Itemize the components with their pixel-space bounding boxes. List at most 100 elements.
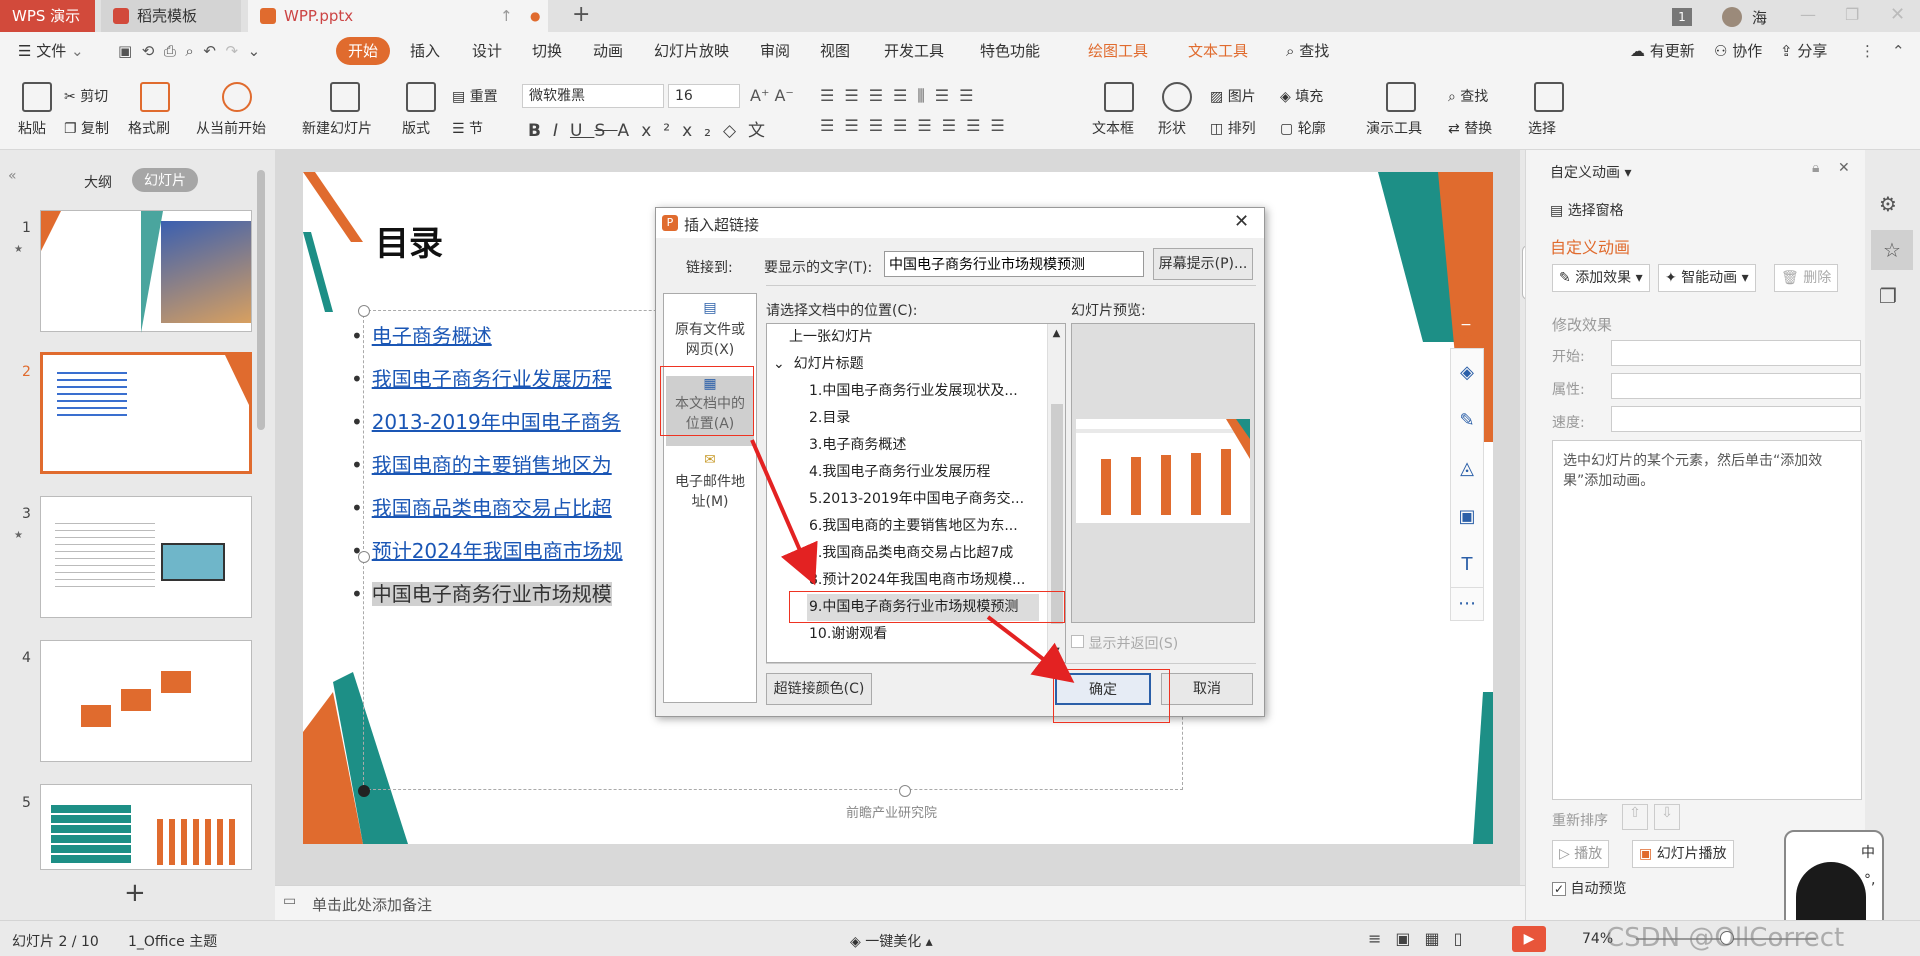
tree-item-slide[interactable]: 1.中国电子商务行业发展现状及... [809,378,1039,405]
resize-handle[interactable] [358,305,370,317]
notes-view-icon[interactable]: ≡ [1368,929,1395,948]
slide-thumbnail-5[interactable] [40,784,252,870]
tree-item-slide[interactable]: 7.我国商品类电商交易占比超7成 [809,540,1039,567]
menu-view[interactable]: 视图 [820,32,850,70]
paragraph-group-top[interactable]: ☰☰☰☰⫼☰☰ [820,86,983,106]
shape-button[interactable]: 形状 [1158,82,1192,138]
animation-list-box[interactable]: 选中幻灯片的某个元素，然后单击“添加效果”添加动画。 [1552,440,1862,800]
tree-item-slide[interactable]: 6.我国电商的主要销售地区为东... [809,513,1039,540]
font-size-select[interactable]: 16 [668,84,740,108]
menu-design[interactable]: 设计 [472,32,502,70]
selection-pane-link[interactable]: ▤ 选择窗格 [1550,200,1624,220]
tree-item-slide[interactable]: 8.预计2024年我国电商市场规模... [809,567,1039,594]
autopreview-checkbox[interactable]: ✓ 自动预览 [1552,878,1626,898]
share-button[interactable]: ⇪ 分享 [1780,32,1827,70]
tree-item-slide[interactable]: 3.电子商务概述 [809,432,1039,459]
pane-title[interactable]: 自定义动画 ▾ [1550,162,1631,182]
brush-icon[interactable]: ✎ [1451,397,1483,445]
tab-wpp-document[interactable]: WPP.pptx ↑ ● [248,0,548,32]
slide-thumbnail-4[interactable] [40,640,252,762]
beautify-button[interactable]: ◈ 一键美化 ▴ [850,931,933,951]
notes-area[interactable]: ▭ 单击此处添加备注 [275,885,1525,920]
frame-icon[interactable]: ▣ [1451,493,1483,541]
normal-view-icon[interactable]: ▣ [1395,929,1424,948]
slide-thumbnail-3[interactable] [40,496,252,618]
property-select[interactable] [1611,373,1861,399]
outline-button[interactable]: ▢ 轮廓 [1280,118,1326,138]
presenter-tools-button[interactable]: 演示工具 [1366,82,1422,138]
cancel-button[interactable]: 取消 [1161,673,1253,705]
slides-switch-icon[interactable]: ❐ [1879,284,1897,308]
nav-existing-file[interactable]: ▤ 原有文件或网页(X) [664,300,756,364]
slideshow-button[interactable]: ▣ 幻灯片播放 [1632,840,1734,868]
sorter-view-icon[interactable]: ▦ [1425,929,1454,948]
add-slide-button[interactable]: + [124,878,146,908]
delete-effect-button[interactable]: 🗑︎ 删除 [1774,264,1839,292]
close-pane-icon[interactable]: ✕ [1838,160,1850,176]
update-button[interactable]: ☁ 有更新 [1630,32,1695,70]
font-color-icon[interactable]: A [618,121,642,141]
slide-title[interactable]: 目录 [375,216,443,265]
menu-features[interactable]: 特色功能 [980,32,1040,70]
upload-icon[interactable]: ↑ [500,0,513,32]
toc-item[interactable]: • 2013-2019年中国电子商务 [351,406,623,449]
arrange-button[interactable]: ◫ 排列 [1210,118,1256,138]
scroll-up-icon[interactable]: ▲ [1048,328,1065,339]
cloud-sync-icon[interactable]: ⟲ [142,42,155,60]
collapse-float-icon[interactable]: − [1455,315,1477,337]
tab-slides[interactable]: 幻灯片 [132,168,198,192]
new-slide-button[interactable]: 新建幻灯片 [302,82,372,138]
close-window-icon[interactable]: ✕ [1890,4,1905,25]
slide-thumbnail-1[interactable] [40,210,252,333]
close-dialog-icon[interactable]: ✕ [1234,211,1249,232]
tree-item-slide[interactable]: 2.目录 [809,405,1039,432]
theme-name[interactable]: 1_Office 主题 [128,931,217,951]
paste-button[interactable]: 粘贴 [18,82,52,138]
picture-button[interactable]: ▨ 图片 [1210,86,1256,106]
font-name-select[interactable]: 微软雅黑 [522,84,664,108]
superscript-icon[interactable]: x² [641,121,682,141]
bold-icon[interactable]: B [528,121,553,141]
play-slideshow-button[interactable]: ▶ [1512,926,1546,952]
textbox-button[interactable]: 文本框 [1092,82,1134,138]
ime-chinese-icon[interactable]: 中 [1861,842,1875,862]
fill-bucket-icon[interactable]: ◬ [1451,445,1483,493]
toc-item[interactable]: • 我国电商的主要销售地区为 [351,449,623,492]
toc-item[interactable]: • 我国电子商务行业发展历程 [351,363,623,406]
menu-slideshow[interactable]: 幻灯片放映 [654,32,729,70]
menu-animation[interactable]: 动画 [593,32,623,70]
avatar[interactable] [1722,7,1742,27]
text-direction-icon[interactable]: T [1451,541,1483,589]
new-tab-button[interactable]: + [572,2,590,27]
menu-home[interactable]: 开始 [336,37,391,65]
section-button[interactable]: ☰ 节 [452,118,483,138]
italic-icon[interactable]: I [553,121,570,141]
tree-item-slide[interactable]: 10.谢谢观看 [809,621,1039,648]
more-icon[interactable]: ⋮ [1860,32,1875,70]
start-select[interactable] [1611,340,1861,366]
menu-insert[interactable]: 插入 [410,32,440,70]
hyperlink-color-button[interactable]: 超链接颜色(C) [766,673,872,705]
settings-sliders-icon[interactable]: ⚙ [1879,192,1897,216]
menu-text-tools[interactable]: 文本工具 [1188,32,1248,70]
menu-drawing-tools[interactable]: 绘图工具 [1088,32,1148,70]
resize-handle[interactable] [358,785,370,797]
layers-icon[interactable]: ◈ [1451,349,1483,397]
save-icon[interactable]: ▣ [118,42,132,60]
move-up-icon[interactable]: ⇧ [1622,804,1648,830]
clear-format-icon[interactable]: ◇ [723,121,748,141]
redo-icon[interactable]: ↷ [226,42,239,60]
slide-thumbnail-2-selected[interactable] [40,352,252,474]
layout-button[interactable]: 版式 [402,82,436,138]
more-tools-icon[interactable]: ⋯ [1450,587,1484,621]
menu-developer[interactable]: 开发工具 [884,32,944,70]
file-menu[interactable]: ☰ 文件 ⌄ [18,32,84,70]
move-down-icon[interactable]: ⇩ [1654,804,1680,830]
select-button[interactable]: 选择 [1528,82,1564,138]
play-button[interactable]: ▷ 播放 [1552,840,1610,868]
display-text-input[interactable] [884,251,1144,277]
maximize-icon[interactable]: ❐ [1845,5,1859,24]
thumbnail-scrollbar[interactable] [257,170,265,430]
format-painter-button[interactable]: 格式刷 [128,82,170,138]
subscript-icon[interactable]: x₂ [682,121,723,141]
